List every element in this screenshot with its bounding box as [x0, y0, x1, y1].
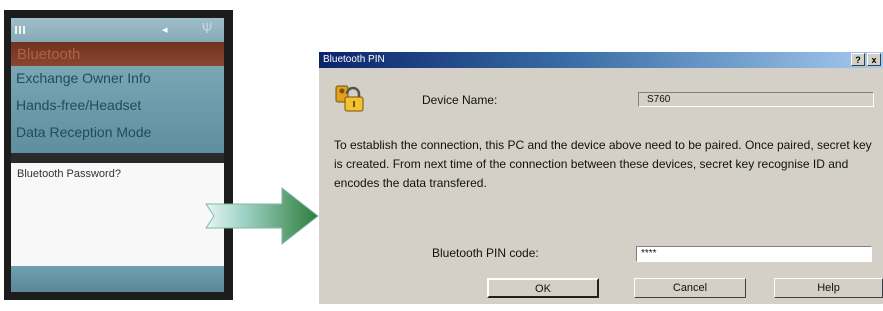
password-prompt-label: Bluetooth Password?	[17, 168, 121, 180]
phone-title: Bluetooth	[17, 46, 81, 63]
pin-code-label: Bluetooth PIN code:	[432, 246, 539, 260]
phone-display: ◂ Ψ Bluetooth Exchange Owner Info Hands-…	[11, 18, 224, 292]
arrow-right-icon	[205, 186, 319, 246]
dialog-title-bar[interactable]: Bluetooth PIN ? x	[319, 52, 883, 68]
phone-password-prompt[interactable]: Bluetooth Password?	[11, 163, 224, 266]
phone-title-bar: Bluetooth	[11, 42, 224, 66]
pairing-description: To establish the connection, this PC and…	[334, 138, 872, 190]
device-name-label: Device Name:	[422, 93, 498, 107]
help-title-button[interactable]: ?	[851, 53, 865, 66]
pin-code-input[interactable]: ****	[636, 246, 872, 262]
ok-button[interactable]: OK	[487, 278, 599, 298]
menu-item-data-reception-mode[interactable]: Data Reception Mode	[16, 124, 151, 140]
antenna-icon: Ψ	[202, 22, 213, 37]
close-button[interactable]: x	[867, 53, 881, 66]
phone-screen: ◂ Ψ Bluetooth Exchange Owner Info Hands-…	[4, 10, 233, 300]
menu-item-hands-free-headset[interactable]: Hands-free/Headset	[16, 97, 141, 113]
cancel-button[interactable]: Cancel	[634, 278, 746, 298]
phone-status-bar: ◂ Ψ	[11, 18, 224, 42]
device-name-field: S760	[638, 92, 874, 107]
signal-bars-icon	[15, 26, 25, 34]
phone-menu: Exchange Owner Info Hands-free/Headset D…	[11, 66, 224, 154]
speaker-icon: ◂	[162, 23, 168, 36]
bluetooth-pin-dialog: Bluetooth PIN ? x Device Name: S760 To e…	[319, 52, 883, 304]
help-button[interactable]: Help	[774, 278, 883, 298]
phone-divider	[11, 153, 224, 163]
phone-softkey-bar	[11, 266, 224, 292]
lock-key-icon	[335, 85, 364, 112]
menu-item-exchange-owner-info[interactable]: Exchange Owner Info	[16, 70, 151, 86]
dialog-title: Bluetooth PIN	[323, 54, 385, 65]
